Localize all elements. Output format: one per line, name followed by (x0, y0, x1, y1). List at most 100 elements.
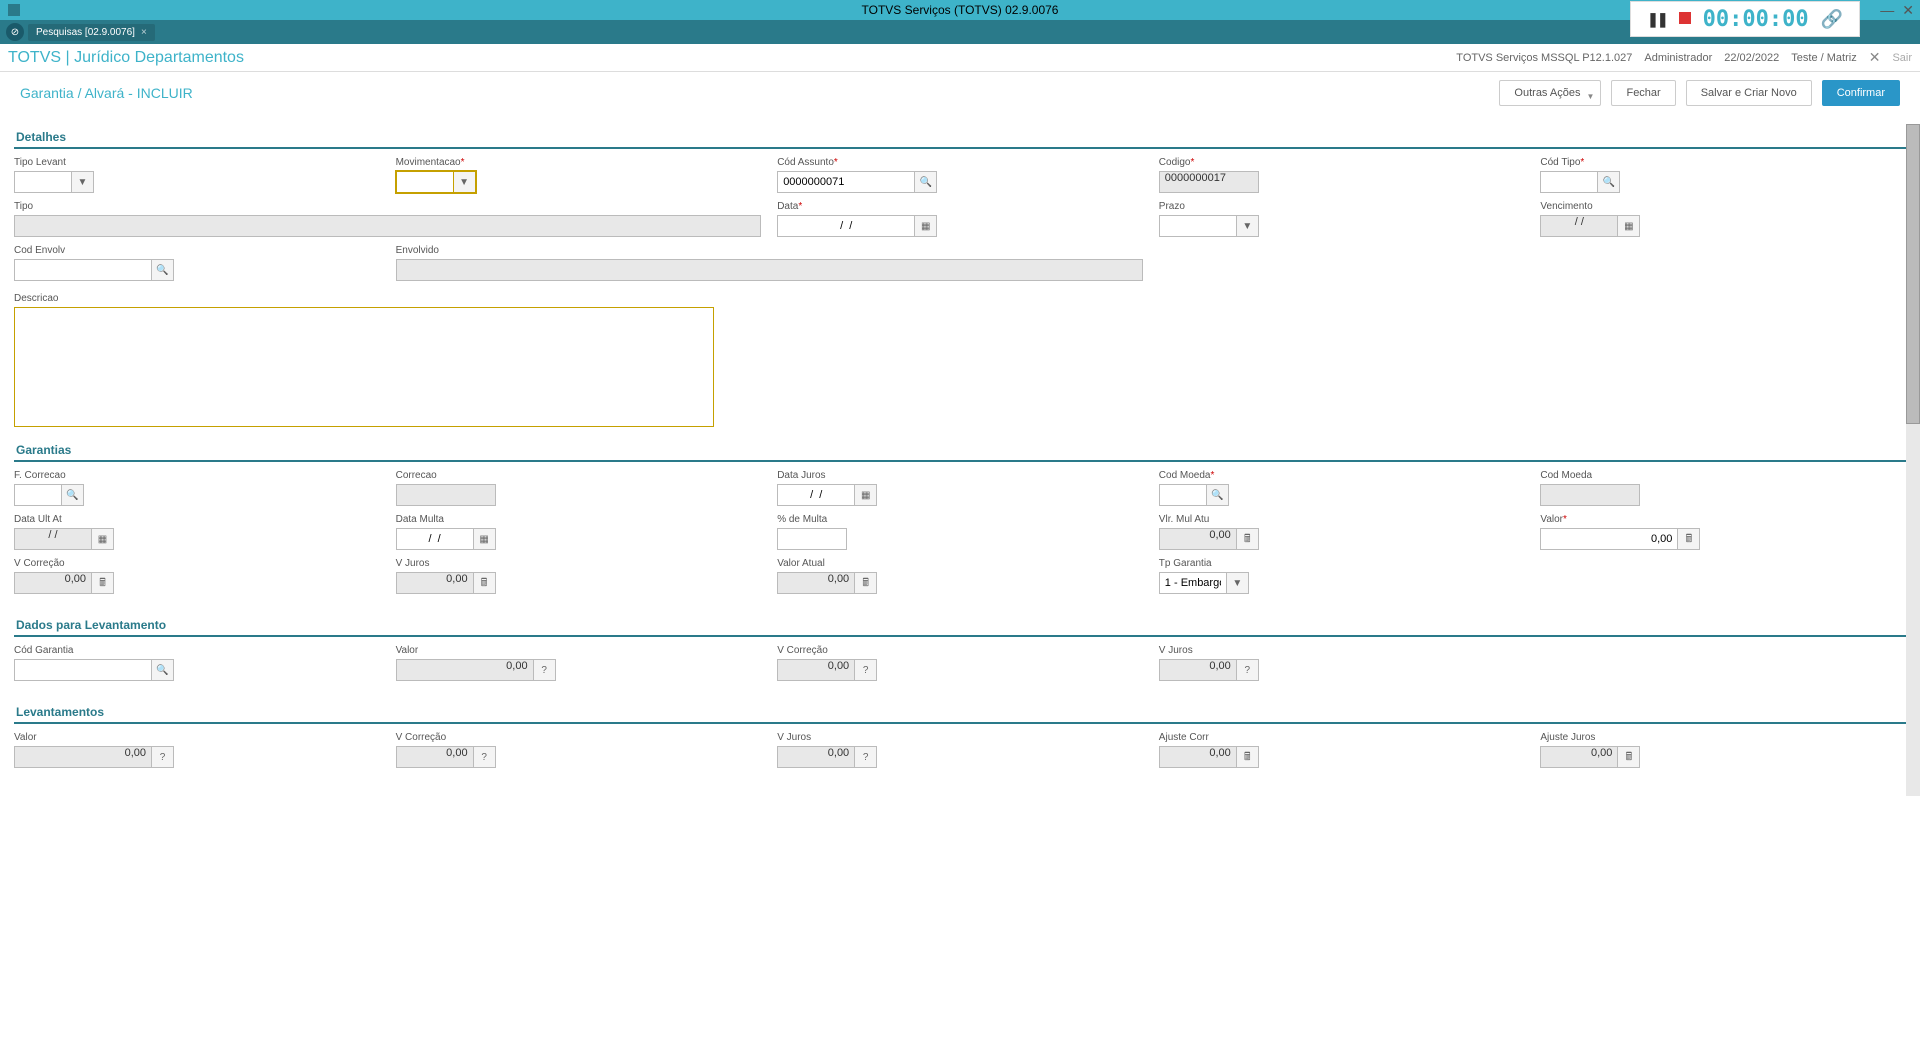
cod-moeda-input (1540, 484, 1640, 506)
cod-tipo-input[interactable]: 🔍 (1540, 171, 1620, 193)
movimentacao-label: Movimentacao (396, 157, 762, 168)
ajuste-juros-input[interactable]: 0,00🖩 (1540, 746, 1640, 768)
tab-pesquisas[interactable]: Pesquisas [02.9.0076] × (28, 24, 155, 41)
dl-v-juros-input[interactable]: 0,00? (1159, 659, 1259, 681)
dl-valor-input[interactable]: 0,00? (396, 659, 556, 681)
chevron-down-icon[interactable]: ▼ (1227, 572, 1249, 594)
data-juros-input[interactable]: ▦ (777, 484, 877, 506)
chevron-down-icon[interactable]: ▼ (454, 171, 476, 193)
breadcrumb-title: TOTVS | Jurídico Departamentos (8, 49, 244, 67)
calendar-icon[interactable]: ▦ (915, 215, 937, 237)
codigo-label: Codigo (1159, 157, 1525, 168)
pct-multa-input[interactable] (777, 528, 847, 550)
tipo-levant-label: Tipo Levant (14, 157, 380, 168)
tipo-input (14, 215, 761, 237)
tp-garantia-select[interactable]: ▼ (1159, 572, 1249, 594)
cod-moeda-req-label: Cod Moeda (1159, 470, 1229, 481)
search-icon[interactable]: 🔍 (62, 484, 84, 506)
calendar-icon[interactable]: ▦ (855, 484, 877, 506)
vencimento-input[interactable]: / /▦ (1540, 215, 1640, 237)
chevron-down-icon[interactable]: ▼ (72, 171, 94, 193)
v-juros-input[interactable]: 0,00🖩 (396, 572, 496, 594)
search-icon[interactable]: 🔍 (152, 659, 174, 681)
data-ult-at-input[interactable]: / /▦ (14, 528, 114, 550)
calendar-icon[interactable]: ▦ (1618, 215, 1640, 237)
v-correcao-input[interactable]: 0,00🖩 (14, 572, 114, 594)
confirm-button[interactable]: Confirmar (1822, 80, 1900, 106)
ajuste-corr-label: Ajuste Corr (1159, 732, 1525, 743)
cod-envolv-input[interactable]: 🔍 (14, 259, 174, 281)
cod-moeda-label: Cod Moeda (1540, 470, 1906, 481)
cod-moeda-req-input[interactable]: 🔍 (1159, 484, 1229, 506)
vlr-mul-atu-input[interactable]: 0,00🖩 (1159, 528, 1259, 550)
scrollbar[interactable] (1906, 124, 1920, 796)
search-icon[interactable]: 🔍 (915, 171, 937, 193)
calculator-icon[interactable]: 🖩 (474, 572, 496, 594)
cod-garantia-input[interactable]: 🔍 (14, 659, 174, 681)
prazo-select[interactable]: ▼ (1159, 215, 1259, 237)
calculator-icon[interactable]: 🖩 (92, 572, 114, 594)
help-icon[interactable]: ? (474, 746, 496, 768)
help-icon[interactable]: ? (534, 659, 556, 681)
valor-label: Valor (1540, 514, 1906, 525)
search-icon[interactable]: 🔍 (1207, 484, 1229, 506)
movimentacao-select[interactable]: ▼ (396, 171, 476, 193)
page-title: Garantia / Alvará - INCLUIR (20, 85, 193, 101)
window-title: TOTVS Serviços (TOTVS) 02.9.0076 (862, 3, 1059, 17)
calculator-icon[interactable]: 🖩 (855, 572, 877, 594)
ajuste-corr-input[interactable]: 0,00🖩 (1159, 746, 1259, 768)
lev-v-correcao-input[interactable]: 0,00? (396, 746, 496, 768)
calculator-icon[interactable]: 🖩 (1618, 746, 1640, 768)
user-label: Administrador (1644, 52, 1712, 64)
codigo-input[interactable]: 0000000017 (1159, 171, 1259, 193)
cod-assunto-label: Cód Assunto (777, 157, 1143, 168)
envolvido-label: Envolvido (396, 245, 1143, 256)
data-multa-label: Data Multa (396, 514, 762, 525)
close-button[interactable]: Fechar (1611, 80, 1675, 106)
calculator-icon[interactable]: 🖩 (1237, 528, 1259, 550)
vlr-mul-atu-label: Vlr. Mul Atu (1159, 514, 1525, 525)
dl-v-correcao-label: V Correção (777, 645, 1143, 656)
help-icon[interactable]: ? (855, 659, 877, 681)
valor-atual-label: Valor Atual (777, 558, 1143, 569)
data-juros-label: Data Juros (777, 470, 1143, 481)
v-juros-label: V Juros (396, 558, 762, 569)
breadcrumb-close-icon[interactable]: ✕ (1869, 49, 1881, 66)
search-icon[interactable]: 🔍 (1598, 171, 1620, 193)
vencimento-label: Vencimento (1540, 201, 1906, 212)
scrollbar-thumb[interactable] (1906, 124, 1920, 424)
chevron-down-icon[interactable]: ▼ (1237, 215, 1259, 237)
calendar-icon[interactable]: ▦ (92, 528, 114, 550)
help-icon[interactable]: ? (855, 746, 877, 768)
calendar-icon[interactable]: ▦ (474, 528, 496, 550)
tab-close-icon[interactable]: × (141, 27, 147, 38)
other-actions-button[interactable]: Outras Ações (1499, 80, 1601, 106)
form-area: Detalhes Tipo Levant ▼ Movimentacao ▼ Có… (0, 124, 1920, 796)
calculator-icon[interactable]: 🖩 (1237, 746, 1259, 768)
f-correcao-input[interactable]: 🔍 (14, 484, 84, 506)
lev-v-juros-input[interactable]: 0,00? (777, 746, 877, 768)
tipo-levant-select[interactable]: ▼ (14, 171, 94, 193)
help-icon[interactable]: ? (152, 746, 174, 768)
descricao-textarea[interactable] (14, 307, 714, 427)
data-multa-input[interactable]: ▦ (396, 528, 496, 550)
cod-assunto-input[interactable]: 🔍 (777, 171, 937, 193)
link-icon[interactable]: 🔗 (1821, 9, 1843, 30)
valor-input[interactable]: 🖩 (1540, 528, 1700, 550)
valor-atual-input[interactable]: 0,00🖩 (777, 572, 877, 594)
search-icon[interactable]: 🔍 (152, 259, 174, 281)
exit-link[interactable]: Sair (1892, 52, 1912, 64)
data-input[interactable]: ▦ (777, 215, 937, 237)
calculator-icon[interactable]: 🖩 (1678, 528, 1700, 550)
pause-button[interactable]: ❚❚ (1647, 11, 1666, 28)
home-button[interactable]: ⊘ (6, 23, 24, 41)
minimize-icon[interactable]: — (1880, 2, 1894, 19)
help-icon[interactable]: ? (1237, 659, 1259, 681)
close-icon[interactable]: ✕ (1902, 2, 1914, 19)
save-new-button[interactable]: Salvar e Criar Novo (1686, 80, 1812, 106)
breadcrumb-bar: TOTVS | Jurídico Departamentos TOTVS Ser… (0, 44, 1920, 72)
stop-button[interactable] (1679, 11, 1691, 27)
dl-v-correcao-input[interactable]: 0,00? (777, 659, 877, 681)
lev-valor-input[interactable]: 0,00? (14, 746, 174, 768)
cod-envolv-label: Cod Envolv (14, 245, 380, 256)
